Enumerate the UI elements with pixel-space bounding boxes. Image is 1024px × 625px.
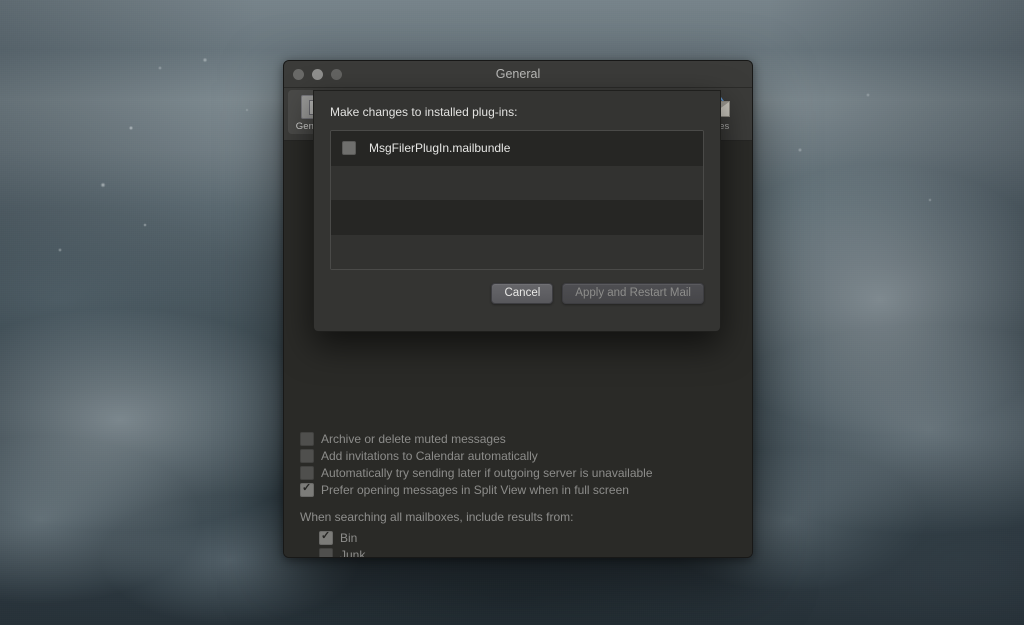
search-option-bin[interactable]: Bin: [319, 529, 736, 546]
window-controls: [293, 69, 342, 80]
manage-plugins-sheet: Make changes to installed plug-ins: MsgF…: [313, 90, 721, 332]
sheet-button-bar: Cancel Apply and Restart Mail: [330, 283, 704, 304]
plugin-name-label: MsgFilerPlugIn.mailbundle: [369, 141, 510, 155]
cancel-button[interactable]: Cancel: [491, 283, 553, 304]
checkbox-add-invitations[interactable]: [300, 449, 314, 463]
checkbox-search-junk[interactable]: [319, 548, 333, 559]
checkbox-archive-muted[interactable]: [300, 432, 314, 446]
checkbox-search-bin[interactable]: [319, 531, 333, 545]
search-scope-heading: When searching all mailboxes, include re…: [300, 510, 736, 524]
search-option-bin-label: Bin: [340, 531, 357, 545]
option-split-view-label: Prefer opening messages in Split View wh…: [321, 483, 629, 497]
option-archive-muted[interactable]: Archive or delete muted messages: [300, 430, 736, 447]
general-options-group: Archive or delete muted messages Add inv…: [300, 430, 736, 558]
desktop: General General @ Accounts Junk Mail Fon…: [0, 0, 1024, 625]
zoom-button-icon[interactable]: [331, 69, 342, 80]
sheet-heading: Make changes to installed plug-ins:: [330, 105, 704, 119]
close-button-icon[interactable]: [293, 69, 304, 80]
plugin-list[interactable]: MsgFilerPlugIn.mailbundle: [330, 130, 704, 270]
checkbox-plugin-msgfiler[interactable]: [342, 141, 356, 155]
search-option-junk-label: Junk: [340, 548, 365, 559]
plugin-list-item[interactable]: MsgFilerPlugIn.mailbundle: [331, 131, 703, 166]
mail-preferences-window: General General @ Accounts Junk Mail Fon…: [283, 60, 753, 558]
plugin-list-empty-row: [331, 235, 703, 270]
apply-and-restart-mail-button[interactable]: Apply and Restart Mail: [562, 283, 704, 304]
checkbox-split-view[interactable]: [300, 483, 314, 497]
option-retry-sending-label: Automatically try sending later if outgo…: [321, 466, 653, 480]
preferences-body: Archive or delete muted messages Add inv…: [284, 141, 752, 558]
search-option-junk[interactable]: Junk: [319, 546, 736, 558]
option-add-invitations[interactable]: Add invitations to Calendar automaticall…: [300, 447, 736, 464]
checkbox-retry-sending[interactable]: [300, 466, 314, 480]
option-split-view[interactable]: Prefer opening messages in Split View wh…: [300, 481, 736, 498]
option-retry-sending[interactable]: Automatically try sending later if outgo…: [300, 464, 736, 481]
minimize-button-icon[interactable]: [312, 69, 323, 80]
plugin-list-empty-row: [331, 200, 703, 235]
window-titlebar[interactable]: General: [284, 61, 752, 88]
option-add-invitations-label: Add invitations to Calendar automaticall…: [321, 449, 538, 463]
option-archive-muted-label: Archive or delete muted messages: [321, 432, 506, 446]
window-title: General: [284, 61, 752, 87]
plugin-list-empty-row: [331, 166, 703, 201]
